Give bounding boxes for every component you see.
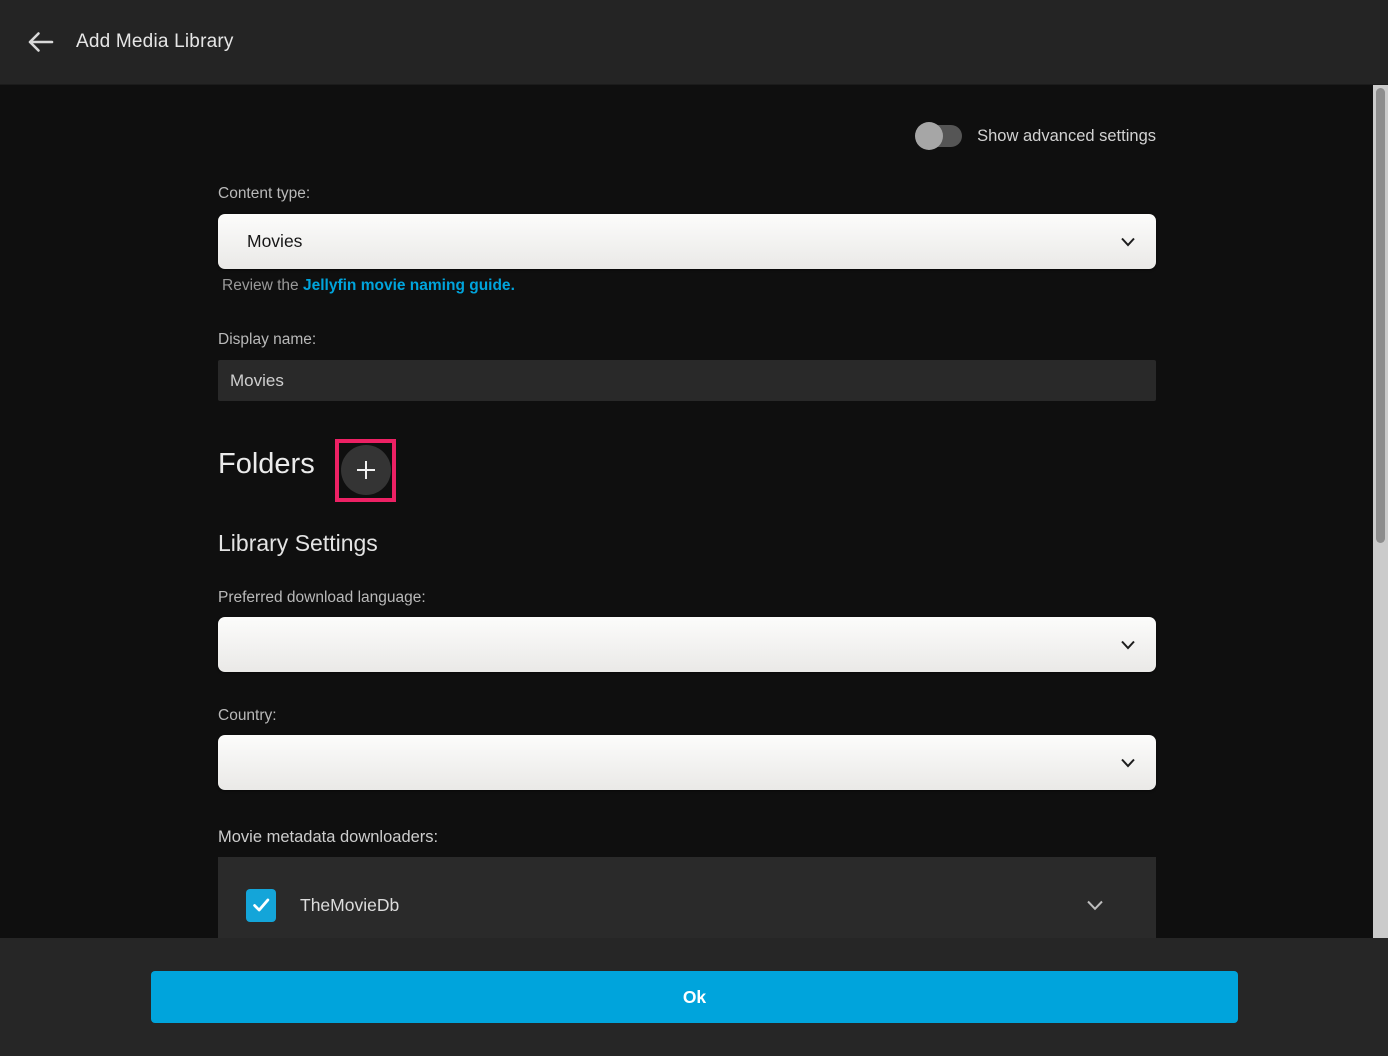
page-title: Add Media Library [76,31,234,53]
add-folder-button[interactable] [341,445,391,495]
show-advanced-settings-label: Show advanced settings [977,127,1156,146]
naming-guide-link[interactable]: Jellyfin movie naming guide [303,277,511,294]
metadata-downloader-row[interactable]: TheMovieDb [218,877,1156,933]
arrow-left-icon [27,31,54,53]
back-button[interactable] [16,18,64,66]
helper-suffix: . [511,277,515,294]
toggle-knob [915,122,943,150]
add-media-library-dialog: Add Media Library Show advanced settings… [0,0,1388,1056]
display-name-label: Display name: [218,331,316,349]
themoviedb-checkbox[interactable] [246,889,276,922]
content-type-value: Movies [247,231,302,252]
footer-bar: Ok [0,938,1388,1056]
preferred-language-select[interactable] [218,617,1156,672]
chevron-down-icon [1120,758,1136,768]
naming-guide-helper: Review the Jellyfin movie naming guide. [222,277,515,295]
check-icon [250,894,272,916]
country-label: Country: [218,707,277,725]
display-name-input[interactable] [218,360,1156,401]
show-advanced-settings-toggle[interactable] [915,125,962,147]
metadata-downloader-name: TheMovieDb [300,895,399,916]
advanced-settings-row: Show advanced settings [218,125,1156,147]
content-type-select[interactable]: Movies [218,214,1156,269]
country-select[interactable] [218,735,1156,790]
dialog-content: Show advanced settings Content type: Mov… [0,85,1374,938]
scrollbar-track[interactable] [1373,85,1388,938]
scrollbar-thumb[interactable] [1376,88,1385,543]
folders-heading: Folders [218,448,315,481]
content-type-label: Content type: [218,185,310,203]
metadata-downloaders-label: Movie metadata downloaders: [218,828,438,847]
preferred-language-label: Preferred download language: [218,589,426,607]
plus-icon [354,458,378,482]
chevron-down-icon[interactable] [1086,900,1104,911]
chevron-down-icon [1120,640,1136,650]
folders-section: Folders [218,448,1156,518]
library-settings-heading: Library Settings [218,530,378,557]
header-bar: Add Media Library [0,0,1388,85]
chevron-down-icon [1120,237,1136,247]
helper-prefix: Review the [222,277,303,294]
ok-button[interactable]: Ok [151,971,1238,1023]
